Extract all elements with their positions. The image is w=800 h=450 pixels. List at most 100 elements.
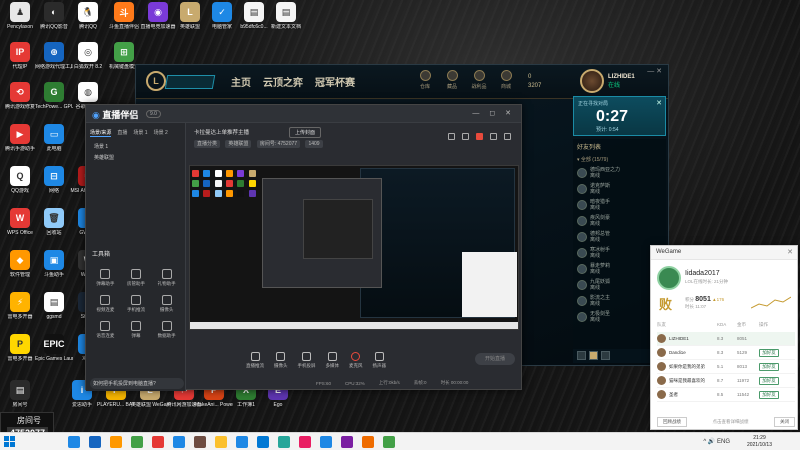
help-tip[interactable]: 如何把手机投屏到电脑直播? [90, 378, 184, 389]
add-friend-button[interactable]: 加好友 [759, 376, 779, 385]
lol-loot-button[interactable]: 藏品 [443, 70, 461, 90]
screenshot-icon[interactable] [448, 133, 455, 140]
desktop-icon[interactable]: ▣ 斗鱼助手 [36, 250, 72, 284]
taskbar-app-icon[interactable] [278, 436, 290, 448]
add-friend-button[interactable]: 加好友 [759, 390, 779, 399]
speaker-button[interactable]: 扬声器 [373, 351, 386, 369]
tab-scene-1[interactable]: 场景 1 [133, 129, 147, 137]
lol-nav-tft[interactable]: 云顶之弈 [263, 74, 303, 89]
footer-text[interactable]: 点击查看详细战绩 [713, 419, 749, 425]
desktop-icon[interactable]: ⊕ 网络游戏代理工具 [35, 42, 73, 76]
taskbar-app-icon[interactable] [215, 436, 227, 448]
friend-item[interactable]: 暗夜猎手 离线 [573, 197, 666, 213]
lol-logo-icon[interactable]: L [146, 71, 166, 91]
toolbox-item[interactable]: 房管助手 [121, 269, 152, 287]
lol-nav-clash[interactable]: 冠军杯赛 [315, 74, 355, 89]
room-title[interactable]: 卡拉曼达上单推荐主播 [194, 128, 249, 136]
desktop-icon[interactable]: P 雷电多开器 [2, 334, 38, 368]
taskbar-app-icon[interactable] [257, 436, 269, 448]
taskbar-app-icon[interactable] [194, 436, 206, 448]
taskbar-app-icon[interactable] [383, 436, 395, 448]
desktop-icon[interactable]: 🗑 回收站 [36, 208, 72, 242]
taskbar-app-icon[interactable] [299, 436, 311, 448]
desktop-icon[interactable]: 🐧 腾讯QQ [70, 2, 106, 36]
push-stream-button[interactable]: 直播推流 [246, 351, 264, 369]
close-icon[interactable]: ✕ [787, 248, 793, 256]
lol-collection-button[interactable]: 仓库 [416, 70, 434, 90]
stream-preview[interactable] [189, 165, 519, 330]
desktop-icon[interactable]: ⚡ 雷电多开器 [2, 292, 38, 326]
taskbar-app-icon[interactable] [362, 436, 374, 448]
close-button[interactable]: 关闭 [774, 417, 795, 427]
windows-start-icon[interactable] [4, 436, 15, 447]
desktop-icon[interactable]: IP 代理IP [2, 42, 38, 76]
add-friend-button[interactable]: 加好友 [759, 348, 779, 357]
tab-scene-2[interactable]: 场景 2 [154, 129, 168, 137]
scene-item[interactable]: 场景 1 [86, 141, 185, 152]
voice-icon[interactable] [601, 351, 610, 360]
share-icon[interactable] [504, 133, 511, 140]
friend-item[interactable]: 疾风剑豪 离线 [573, 213, 666, 229]
chat-icon[interactable] [577, 351, 586, 360]
cloud-icon[interactable] [490, 133, 497, 140]
toolbox-item[interactable]: 摄像头 [151, 295, 182, 313]
lol-nav-home[interactable]: 主页 [231, 74, 251, 89]
lol-store-button[interactable]: 商城 [497, 70, 515, 90]
toolbox-item[interactable]: 手机推流 [121, 295, 152, 313]
system-tray[interactable]: ^ 🔊 ENG [703, 438, 730, 445]
toolbox-item[interactable]: 视频连麦 [90, 295, 121, 313]
taskbar-app-icon[interactable] [173, 436, 185, 448]
desktop-icon[interactable]: ▤ ggsmd [36, 292, 72, 326]
desktop-icon[interactable]: ▤ 房间号 [2, 380, 38, 414]
add-friend-button[interactable]: 加好友 [759, 362, 779, 371]
desktop-icon[interactable]: ◐ 腾讯QQ影音 [36, 2, 72, 36]
upload-cover-button[interactable]: 上传封面 [289, 127, 322, 138]
review-button[interactable]: 回顾战绩 [657, 417, 687, 427]
media-button[interactable]: 多媒体 [326, 351, 339, 369]
desktop-icon[interactable]: ▭ 此电脑 [36, 124, 72, 158]
taskbar-app-icon[interactable] [89, 436, 101, 448]
desktop-icon[interactable]: EPIC Epic Games Launcher [35, 334, 73, 368]
wegame-popup[interactable]: WeGame ✕ Iidada2017 LOL在线时长: 21分钟 败 积分 8… [650, 245, 798, 430]
record-icon[interactable] [476, 133, 483, 140]
tab-sources[interactable]: 场景/来源 [90, 129, 112, 137]
desktop-icon[interactable]: ▤ 新建文本文档 [268, 2, 304, 36]
desktop-icon[interactable]: W WPS Office [2, 208, 38, 242]
avatar[interactable] [580, 69, 604, 93]
desktop-icon[interactable]: ⟲ 腾讯游戏修复 [2, 82, 38, 116]
desktop-icon[interactable]: ◉ 直播电竞加速器 [140, 2, 176, 36]
friends-group[interactable]: ▾ 全部 (15/79) [573, 154, 666, 165]
desktop-icon[interactable]: 斗斗鱼直播伴侣 [106, 2, 142, 36]
lol-play-button[interactable] [164, 75, 216, 89]
avatar[interactable] [657, 266, 681, 290]
desktop-icon[interactable]: ✓ 电脑管家 [204, 2, 240, 36]
toolbox-item[interactable]: 弹幕 [121, 321, 152, 339]
toolbox-item[interactable]: 语音连麦 [90, 321, 121, 339]
toolbox-item[interactable]: 数据助手 [151, 321, 182, 339]
desktop-icon[interactable]: ♟ Pencylaxon [2, 2, 38, 36]
desktop-icon[interactable]: G TechPowe... GPU-Z [35, 82, 73, 116]
friend-item[interactable]: 德邦总管 离线 [573, 229, 666, 245]
desktop-icon[interactable]: ◎ 白狐双开 8.2 [70, 42, 106, 76]
lol-user-info[interactable]: LIZHIDE1 在线 [608, 73, 635, 91]
clock[interactable]: 21:29 2021/10/13 [747, 435, 772, 449]
desktop-icon[interactable]: L 英雄联盟 [172, 2, 208, 36]
toolbox-item[interactable]: 礼物助手 [151, 269, 182, 287]
taskbar-app-icon[interactable] [131, 436, 143, 448]
start-live-button[interactable]: 开始直播 [475, 353, 515, 365]
desktop-icon[interactable]: ▶ 腾讯手游助手 [2, 124, 38, 158]
toolbox-item[interactable]: 弹幕助手 [90, 269, 121, 287]
taskbar-app-icon[interactable] [236, 436, 248, 448]
desktop-icon[interactable]: ◆ 软件管理 [2, 250, 38, 284]
streamer-window[interactable]: ◉ 直播伴侣 9.0 — ◻ ✕ 场景/来源 直播 场景 1 场景 2 场景 1… [85, 104, 522, 391]
taskbar-app-icon[interactable] [110, 436, 122, 448]
friend-item[interactable]: 诺克萨斯 离线 [573, 181, 666, 197]
friend-item[interactable]: 德玛西亚之力 离线 [573, 165, 666, 181]
desktop-icon[interactable]: Q QQ游戏 [2, 166, 38, 200]
lol-crafting-button[interactable]: 战利品 [470, 70, 488, 90]
queue-cancel-button[interactable]: ✕ [656, 99, 662, 107]
taskbar-app-icon[interactable] [68, 436, 80, 448]
microphone-button[interactable]: 麦克风 [349, 351, 363, 369]
phone-cast-button[interactable]: 手机投屏 [298, 351, 316, 369]
taskbar-app-icon[interactable] [152, 436, 164, 448]
